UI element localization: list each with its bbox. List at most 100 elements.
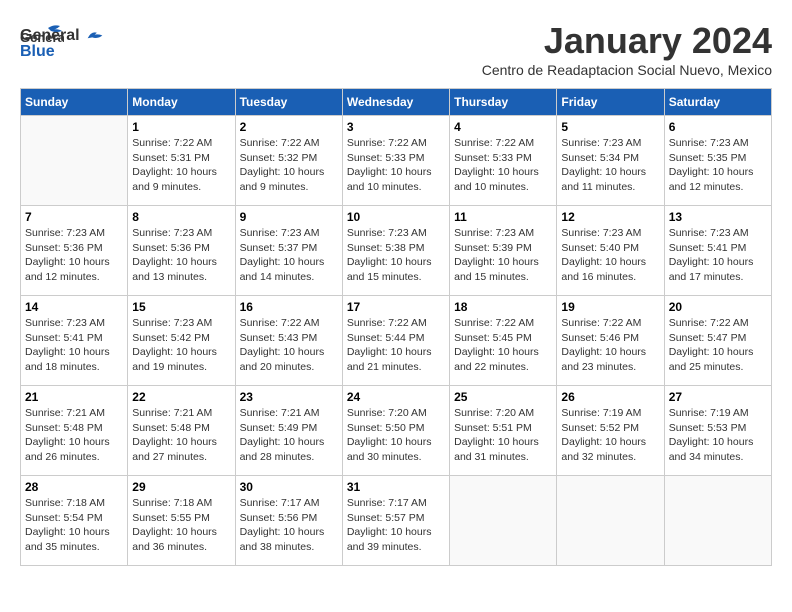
- day-number: 4: [454, 120, 552, 134]
- day-cell-1: 1 Sunrise: 7:22 AMSunset: 5:31 PMDaylight…: [128, 116, 235, 206]
- day-number: 15: [132, 300, 230, 314]
- day-info: Sunrise: 7:22 AMSunset: 5:32 PMDaylight:…: [240, 136, 338, 195]
- day-number: 16: [240, 300, 338, 314]
- day-cell-13: 13 Sunrise: 7:23 AMSunset: 5:41 PMDayligh…: [664, 206, 771, 296]
- day-info: Sunrise: 7:21 AMSunset: 5:48 PMDaylight:…: [25, 406, 123, 465]
- day-number: 31: [347, 480, 445, 494]
- day-number: 25: [454, 390, 552, 404]
- day-cell-27: 27 Sunrise: 7:19 AMSunset: 5:53 PMDayligh…: [664, 386, 771, 476]
- day-info: Sunrise: 7:23 AMSunset: 5:38 PMDaylight:…: [347, 226, 445, 285]
- weekday-header-wednesday: Wednesday: [342, 89, 449, 116]
- day-info: Sunrise: 7:22 AMSunset: 5:33 PMDaylight:…: [347, 136, 445, 195]
- day-number: 6: [669, 120, 767, 134]
- day-cell-19: 19 Sunrise: 7:22 AMSunset: 5:46 PMDayligh…: [557, 296, 664, 386]
- day-info: Sunrise: 7:23 AMSunset: 5:37 PMDaylight:…: [240, 226, 338, 285]
- title-section: January 2024 Centro de Readaptacion Soci…: [482, 20, 772, 78]
- day-info: Sunrise: 7:19 AMSunset: 5:53 PMDaylight:…: [669, 406, 767, 465]
- day-number: 1: [132, 120, 230, 134]
- day-info: Sunrise: 7:23 AMSunset: 5:39 PMDaylight:…: [454, 226, 552, 285]
- day-number: 23: [240, 390, 338, 404]
- day-number: 12: [561, 210, 659, 224]
- calendar-table: SundayMondayTuesdayWednesdayThursdayFrid…: [20, 88, 772, 566]
- day-info: Sunrise: 7:23 AMSunset: 5:41 PMDaylight:…: [25, 316, 123, 375]
- day-cell-18: 18 Sunrise: 7:22 AMSunset: 5:45 PMDayligh…: [450, 296, 557, 386]
- day-number: 29: [132, 480, 230, 494]
- day-info: Sunrise: 7:23 AMSunset: 5:36 PMDaylight:…: [25, 226, 123, 285]
- weekday-header-saturday: Saturday: [664, 89, 771, 116]
- day-info: Sunrise: 7:22 AMSunset: 5:46 PMDaylight:…: [561, 316, 659, 375]
- day-cell-3: 3 Sunrise: 7:22 AMSunset: 5:33 PMDaylight…: [342, 116, 449, 206]
- day-cell-11: 11 Sunrise: 7:23 AMSunset: 5:39 PMDayligh…: [450, 206, 557, 296]
- day-number: 30: [240, 480, 338, 494]
- weekday-header-friday: Friday: [557, 89, 664, 116]
- empty-cell: [664, 476, 771, 566]
- day-number: 27: [669, 390, 767, 404]
- week-row-2: 7 Sunrise: 7:23 AMSunset: 5:36 PMDaylight…: [21, 206, 772, 296]
- day-cell-5: 5Sunrise: 7:23 AMSunset: 5:34 PMDaylight…: [557, 116, 664, 206]
- day-cell-31: 31Sunrise: 7:17 AMSunset: 5:57 PMDayligh…: [342, 476, 449, 566]
- day-cell-28: 28 Sunrise: 7:18 AMSunset: 5:54 PMDayligh…: [21, 476, 128, 566]
- day-number: 20: [669, 300, 767, 314]
- svg-text:General: General: [20, 30, 64, 45]
- day-cell-6: 6 Sunrise: 7:23 AMSunset: 5:35 PMDaylight…: [664, 116, 771, 206]
- day-number: 10: [347, 210, 445, 224]
- day-info: Sunrise: 7:23 AMSunset: 5:34 PMDaylight:…: [561, 136, 659, 195]
- day-cell-25: 25Sunrise: 7:20 AMSunset: 5:51 PMDayligh…: [450, 386, 557, 476]
- day-info: Sunrise: 7:23 AMSunset: 5:42 PMDaylight:…: [132, 316, 230, 375]
- logo: General General Blue: [20, 20, 106, 60]
- day-info: Sunrise: 7:22 AMSunset: 5:43 PMDaylight:…: [240, 316, 338, 375]
- day-number: 14: [25, 300, 123, 314]
- day-info: Sunrise: 7:22 AMSunset: 5:45 PMDaylight:…: [454, 316, 552, 375]
- day-cell-23: 23 Sunrise: 7:21 AMSunset: 5:49 PMDayligh…: [235, 386, 342, 476]
- day-cell-20: 20 Sunrise: 7:22 AMSunset: 5:47 PMDayligh…: [664, 296, 771, 386]
- day-cell-12: 12 Sunrise: 7:23 AMSunset: 5:40 PMDayligh…: [557, 206, 664, 296]
- day-info: Sunrise: 7:21 AMSunset: 5:48 PMDaylight:…: [132, 406, 230, 465]
- day-cell-2: 2 Sunrise: 7:22 AMSunset: 5:32 PMDaylight…: [235, 116, 342, 206]
- day-info: Sunrise: 7:22 AMSunset: 5:47 PMDaylight:…: [669, 316, 767, 375]
- day-info: Sunrise: 7:23 AMSunset: 5:35 PMDaylight:…: [669, 136, 767, 195]
- day-info: Sunrise: 7:20 AMSunset: 5:50 PMDaylight:…: [347, 406, 445, 465]
- weekday-header-thursday: Thursday: [450, 89, 557, 116]
- weekday-header-row: SundayMondayTuesdayWednesdayThursdayFrid…: [21, 89, 772, 116]
- day-cell-9: 9Sunrise: 7:23 AMSunset: 5:37 PMDaylight…: [235, 206, 342, 296]
- day-cell-21: 21 Sunrise: 7:21 AMSunset: 5:48 PMDayligh…: [21, 386, 128, 476]
- day-cell-10: 10 Sunrise: 7:23 AMSunset: 5:38 PMDayligh…: [342, 206, 449, 296]
- day-number: 22: [132, 390, 230, 404]
- week-row-4: 21 Sunrise: 7:21 AMSunset: 5:48 PMDayligh…: [21, 386, 772, 476]
- day-number: 26: [561, 390, 659, 404]
- day-cell-26: 26Sunrise: 7:19 AMSunset: 5:52 PMDayligh…: [557, 386, 664, 476]
- weekday-header-tuesday: Tuesday: [235, 89, 342, 116]
- day-number: 18: [454, 300, 552, 314]
- day-info: Sunrise: 7:18 AMSunset: 5:54 PMDaylight:…: [25, 496, 123, 555]
- day-info: Sunrise: 7:17 AMSunset: 5:56 PMDaylight:…: [240, 496, 338, 555]
- day-cell-29: 29Sunrise: 7:18 AMSunset: 5:55 PMDayligh…: [128, 476, 235, 566]
- day-number: 28: [25, 480, 123, 494]
- empty-cell: [557, 476, 664, 566]
- day-number: 7: [25, 210, 123, 224]
- week-row-1: 1 Sunrise: 7:22 AMSunset: 5:31 PMDaylight…: [21, 116, 772, 206]
- day-cell-4: 4Sunrise: 7:22 AMSunset: 5:33 PMDaylight…: [450, 116, 557, 206]
- day-cell-30: 30 Sunrise: 7:17 AMSunset: 5:56 PMDayligh…: [235, 476, 342, 566]
- page-header: General General Blue January 2024 Centro…: [20, 20, 772, 78]
- day-cell-7: 7 Sunrise: 7:23 AMSunset: 5:36 PMDaylight…: [21, 206, 128, 296]
- day-number: 21: [25, 390, 123, 404]
- week-row-5: 28 Sunrise: 7:18 AMSunset: 5:54 PMDayligh…: [21, 476, 772, 566]
- day-info: Sunrise: 7:23 AMSunset: 5:41 PMDaylight:…: [669, 226, 767, 285]
- weekday-header-sunday: Sunday: [21, 89, 128, 116]
- day-number: 2: [240, 120, 338, 134]
- day-number: 3: [347, 120, 445, 134]
- day-number: 19: [561, 300, 659, 314]
- day-info: Sunrise: 7:21 AMSunset: 5:49 PMDaylight:…: [240, 406, 338, 465]
- empty-cell: [450, 476, 557, 566]
- month-title: January 2024: [482, 20, 772, 62]
- week-row-3: 14 Sunrise: 7:23 AMSunset: 5:41 PMDayligh…: [21, 296, 772, 386]
- location-subtitle: Centro de Readaptacion Social Nuevo, Mex…: [482, 62, 772, 78]
- day-cell-24: 24 Sunrise: 7:20 AMSunset: 5:50 PMDayligh…: [342, 386, 449, 476]
- day-info: Sunrise: 7:22 AMSunset: 5:31 PMDaylight:…: [132, 136, 230, 195]
- day-number: 17: [347, 300, 445, 314]
- day-number: 24: [347, 390, 445, 404]
- day-number: 11: [454, 210, 552, 224]
- day-cell-16: 16 Sunrise: 7:22 AMSunset: 5:43 PMDayligh…: [235, 296, 342, 386]
- day-number: 13: [669, 210, 767, 224]
- day-info: Sunrise: 7:23 AMSunset: 5:40 PMDaylight:…: [561, 226, 659, 285]
